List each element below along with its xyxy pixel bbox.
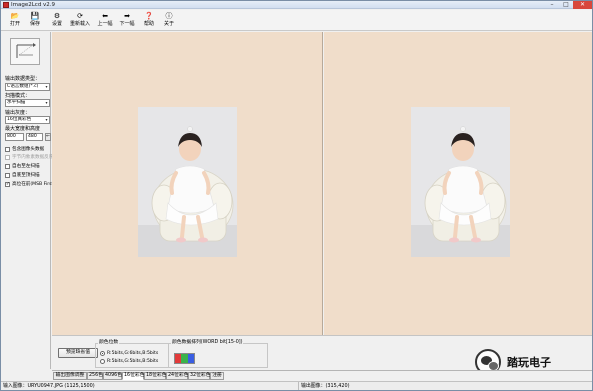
settings-button[interactable]: ⚙ 设置 [47, 12, 67, 30]
app-icon [3, 2, 9, 8]
arrow-left-icon: ⬅ [102, 12, 108, 20]
input-image-status: 输入图像：URYU0947.JPG (1125,1500) [3, 382, 299, 390]
next-image-button[interactable]: ➡ 下一幅 [116, 12, 138, 30]
about-label: 关于 [163, 21, 174, 27]
chevron-down-icon: ▾ [45, 117, 48, 122]
color-bits-title: 颜色位数 [98, 340, 120, 346]
tab-16bit-color[interactable]: 16位彩色 [122, 372, 145, 380]
tab-32bit-color[interactable]: 32位彩色 [188, 372, 211, 380]
close-button[interactable]: ✕ [573, 1, 592, 9]
save-label: 保存 [29, 21, 40, 27]
checkbox-box [5, 173, 10, 178]
rgb555-radio[interactable]: R:5bits,G:5bits,B:5bits [100, 358, 158, 365]
preview-default-button[interactable]: 预览缺省值 [58, 348, 98, 358]
radio-dot [100, 351, 105, 356]
checkbox-label: 高位在前(MSB First) [12, 181, 56, 187]
tab-4096-color[interactable]: 4096色 [103, 372, 122, 380]
output-type-value: C语言数组(*.c) [7, 84, 39, 89]
chevron-down-icon: ▾ [45, 84, 48, 89]
output-image-status: 输出图像：(315,420) [301, 383, 350, 389]
arrow-right-icon: ➡ [124, 12, 130, 20]
help-icon: ❓ [144, 12, 154, 20]
child-photo [411, 107, 510, 257]
checkbox-label: 自右至左扫描 [12, 163, 40, 169]
tab-output-adjust[interactable]: 输出图像调整 [53, 372, 87, 380]
maximize-button[interactable]: □ [559, 1, 573, 9]
rgb-order-swatch[interactable] [174, 353, 195, 364]
watermark-text: 踏玩电子 [507, 356, 551, 369]
next-image-label: 下一幅 [119, 21, 135, 27]
reload-label: 重新载入 [69, 21, 90, 27]
max-height-input[interactable]: 480 [26, 133, 43, 141]
right-to-left-checkbox[interactable]: 自右至左扫描 [5, 163, 40, 170]
open-button[interactable]: 📂 打开 [6, 12, 24, 30]
minimize-button[interactable]: – [545, 1, 559, 9]
color-bits-group: 颜色位数 R:5bits,G:6bits,B:5bits R:5bits,G:5… [95, 340, 169, 368]
checkbox-label: 字节内象素数据反序 [12, 154, 54, 160]
previous-image-label: 上一幅 [97, 21, 113, 27]
tab-256-color[interactable]: 256色 [87, 372, 103, 380]
tab-bar: 输出图像调整 256色 4096色 16位彩色 18位彩色 24位彩色 32位彩… [52, 370, 592, 380]
checkbox-box [5, 164, 10, 169]
scan-direction-icon [16, 43, 36, 58]
about-icon: ⓘ [165, 12, 173, 20]
open-folder-icon: 📂 [10, 12, 20, 20]
checkbox-label: 自底至顶扫描 [12, 172, 40, 178]
output-type-select[interactable]: C语言数组(*.c) ▾ [5, 83, 50, 91]
input-image [138, 107, 237, 257]
help-button[interactable]: ❓ 帮助 [140, 12, 158, 30]
save-button[interactable]: 💾 保存 [25, 12, 45, 30]
tab-register[interactable]: 注册 [210, 372, 224, 380]
reverse-pixel-checkbox: 字节内象素数据反序 [5, 154, 53, 161]
max-width-input[interactable]: 800 [5, 133, 24, 141]
input-image-canvas [52, 32, 323, 335]
check-mark-icon: ✓ [5, 182, 10, 187]
tab-18bit-color[interactable]: 18位彩色 [144, 372, 167, 380]
scan-mode-select[interactable]: 水平扫描 ▾ [5, 99, 50, 107]
settings-icon: ⚙ [53, 12, 61, 20]
output-gray-value: 16位真彩色 [7, 117, 32, 122]
chevron-down-icon: ▾ [45, 100, 48, 105]
bottom-to-top-checkbox[interactable]: 自底至顶扫描 [5, 172, 40, 179]
rgb565-radio[interactable]: R:5bits,G:6bits,B:5bits [100, 350, 158, 357]
radio-label: R:5bits,G:5bits,B:5bits [107, 358, 159, 364]
save-disk-icon: 💾 [30, 12, 40, 20]
checkbox-box [5, 155, 10, 160]
max-size-label: 最大宽度和高度 [5, 126, 41, 132]
settings-panel: 输出数据类型： C语言数组(*.c) ▾ 扫描模式： 水平扫描 ▾ 输出灰度： … [1, 32, 55, 369]
about-button[interactable]: ⓘ 关于 [159, 12, 179, 30]
msb-first-checkbox[interactable]: ✓ 高位在前(MSB First) [5, 181, 55, 188]
output-image [411, 107, 510, 257]
output-gray-select[interactable]: 16位真彩色 ▾ [5, 116, 50, 124]
window-title: Image2Lcd v2.9 [11, 2, 56, 8]
status-bar: 输入图像：URYU0947.JPG (1125,1500) 输出图像：(315,… [1, 381, 592, 390]
reload-button[interactable]: ⟳ 重新载入 [67, 12, 93, 30]
output-type-label: 输出数据类型： [5, 76, 41, 82]
tab-24bit-color[interactable]: 24位彩色 [166, 372, 189, 380]
title-bar: Image2Lcd v2.9 – □ ✕ [1, 1, 592, 9]
color-arrange-title: 颜色数据排列(WORD bit[15-0]) [171, 340, 244, 346]
blue-swatch [187, 354, 194, 363]
app-window: Image2Lcd v2.9 – □ ✕ 📂 打开 💾 保存 ⚙ 设置 ⟳ 重新… [0, 0, 593, 391]
radio-dot [100, 359, 105, 364]
reload-icon: ⟳ [77, 12, 83, 20]
output-image-canvas [324, 32, 592, 335]
checkbox-box [5, 147, 10, 152]
apply-size-button[interactable]: ← [45, 133, 51, 141]
scan-direction-preview [10, 38, 40, 65]
radio-label: R:5bits,G:6bits,B:5bits [107, 350, 159, 356]
open-label: 打开 [9, 21, 20, 27]
checkbox-label: 包含图像头数据 [12, 146, 45, 152]
previous-image-button[interactable]: ⬅ 上一幅 [94, 12, 116, 30]
scan-mode-value: 水平扫描 [7, 100, 26, 105]
color-arrange-group: 颜色数据排列(WORD bit[15-0]) [168, 340, 268, 368]
settings-label: 设置 [51, 21, 62, 27]
help-label: 帮助 [143, 21, 154, 27]
header-data-checkbox[interactable]: 包含图像头数据 [5, 146, 44, 153]
child-photo [138, 107, 237, 257]
toolbar: 📂 打开 💾 保存 ⚙ 设置 ⟳ 重新载入 ⬅ 上一幅 ➡ 下一幅 ❓ 帮助 ⓘ [1, 10, 592, 31]
